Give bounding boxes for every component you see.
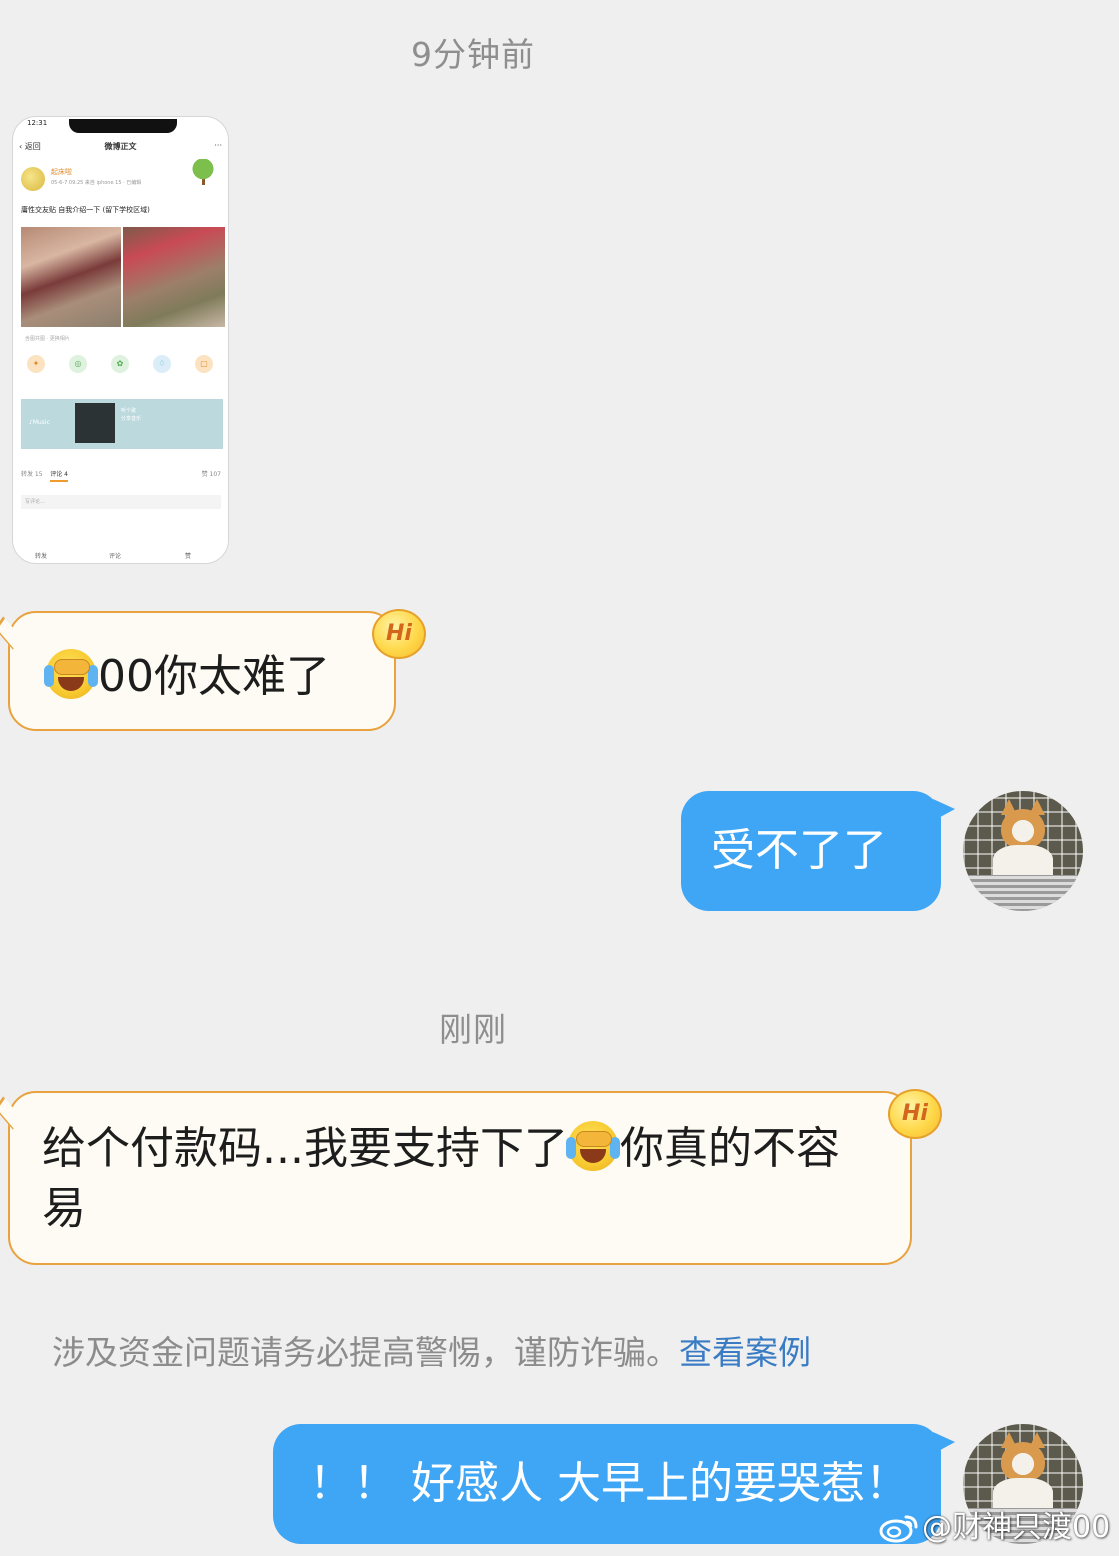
screenshot-user-avatar bbox=[21, 167, 45, 191]
timestamp: 刚刚 bbox=[439, 1010, 507, 1049]
hi-badge-icon: Hi bbox=[888, 1089, 942, 1139]
wechat-icon: ◎ bbox=[69, 355, 87, 373]
qq-icon: ♢ bbox=[153, 355, 171, 373]
face-with-tears-of-joy-covering-face-icon bbox=[565, 1121, 620, 1171]
fraud-warning-notice: 涉及资金问题请务必提高警惕，谨防诈骗。查看案例 bbox=[52, 1326, 811, 1374]
screenshot-comment-box: 写评论... bbox=[21, 495, 221, 509]
tab-likes: 赞 107 bbox=[201, 471, 221, 478]
incoming-message-bubble[interactable]: 给个付款码...我要支持下了 你真的不容易 bbox=[8, 1091, 912, 1265]
screenshot-post-header: 起床啦 05-6-7 09:25 来自 iphone 15 · 已编辑 bbox=[21, 159, 221, 199]
music-cover bbox=[75, 403, 115, 443]
outgoing-message-bubble[interactable]: 受不了了 bbox=[681, 791, 955, 911]
status-time: 12:31 bbox=[27, 119, 48, 127]
watermark: @财神只渡00 bbox=[878, 1508, 1110, 1548]
screenshot-photo bbox=[21, 227, 121, 327]
screenshot-nav-bar: ‹ 返回 微博正文 ··· bbox=[13, 141, 228, 159]
screenshot-user-name: 起床啦 bbox=[51, 168, 72, 176]
screenshot-action-icons: ✦ ◎ ✿ ♢ ▢ bbox=[27, 355, 217, 375]
like-icon: ✦ bbox=[27, 355, 45, 373]
screenshot-tabs: 转发 15 评论 4 赞 107 bbox=[21, 469, 221, 482]
notice-text: 涉及资金问题请务必提高警惕，谨防诈骗。 bbox=[52, 1333, 679, 1372]
tab-comments: 评论 4 bbox=[50, 471, 68, 482]
tree-icon bbox=[189, 159, 217, 187]
watermark-text: @财神只渡00 bbox=[922, 1510, 1111, 1545]
screenshot-post-meta: 05-6-7 09:25 来自 iphone 15 · 已编辑 bbox=[51, 180, 142, 186]
timestamp: 9分钟前 bbox=[411, 35, 535, 74]
bottom-like: 赞 bbox=[185, 553, 192, 560]
weibo-logo-icon bbox=[879, 1515, 918, 1543]
screenshot-post-text: 庸性交友贴 自我介绍一下 (留下学校区域) bbox=[21, 206, 150, 214]
face-with-tears-of-joy-covering-face-icon bbox=[44, 649, 98, 699]
screenshot-more-icon: ··· bbox=[214, 141, 222, 150]
message-text: 受不了了 bbox=[711, 825, 887, 876]
tab-reposts: 转发 15 bbox=[21, 471, 43, 478]
music-text-line: 听个歌 bbox=[121, 408, 137, 414]
music-label: ♪Music bbox=[29, 419, 50, 426]
music-text-line: 分享音乐 bbox=[121, 416, 142, 422]
screenshot-photo bbox=[123, 227, 225, 327]
shared-screenshot-image[interactable]: 12:31 ‹ 返回 微博正文 ··· 起床啦 05-6-7 09:25 来自 … bbox=[12, 116, 229, 564]
phone-notch bbox=[69, 119, 177, 133]
bottom-comment: 评论 bbox=[109, 553, 122, 560]
incoming-message-bubble[interactable]: 00你太难了 bbox=[8, 611, 396, 731]
share-icon: ▢ bbox=[195, 355, 213, 373]
message-text: ！！ 好感人 大早上的要哭惹！ bbox=[309, 1458, 909, 1509]
outgoing-message-bubble[interactable]: ！！ 好感人 大早上的要哭惹！ bbox=[273, 1424, 955, 1544]
music-text: 听个歌 分享音乐 bbox=[121, 407, 141, 423]
moments-icon: ✿ bbox=[111, 355, 129, 373]
avatar[interactable] bbox=[963, 791, 1083, 911]
screenshot-title: 微博正文 bbox=[104, 142, 137, 151]
view-cases-link[interactable]: 查看案例 bbox=[679, 1333, 811, 1372]
hi-badge-icon: Hi bbox=[372, 609, 426, 659]
screenshot-photo-caption: 含图共图 · 更换相片 bbox=[25, 336, 70, 342]
message-text: 00你太难了 bbox=[98, 651, 330, 702]
message-text: 给个付款码...我要支持下了 bbox=[42, 1123, 568, 1174]
screenshot-music-card: ♪Music 听个歌 分享音乐 bbox=[21, 399, 223, 449]
bottom-repost: 转发 bbox=[35, 553, 48, 560]
